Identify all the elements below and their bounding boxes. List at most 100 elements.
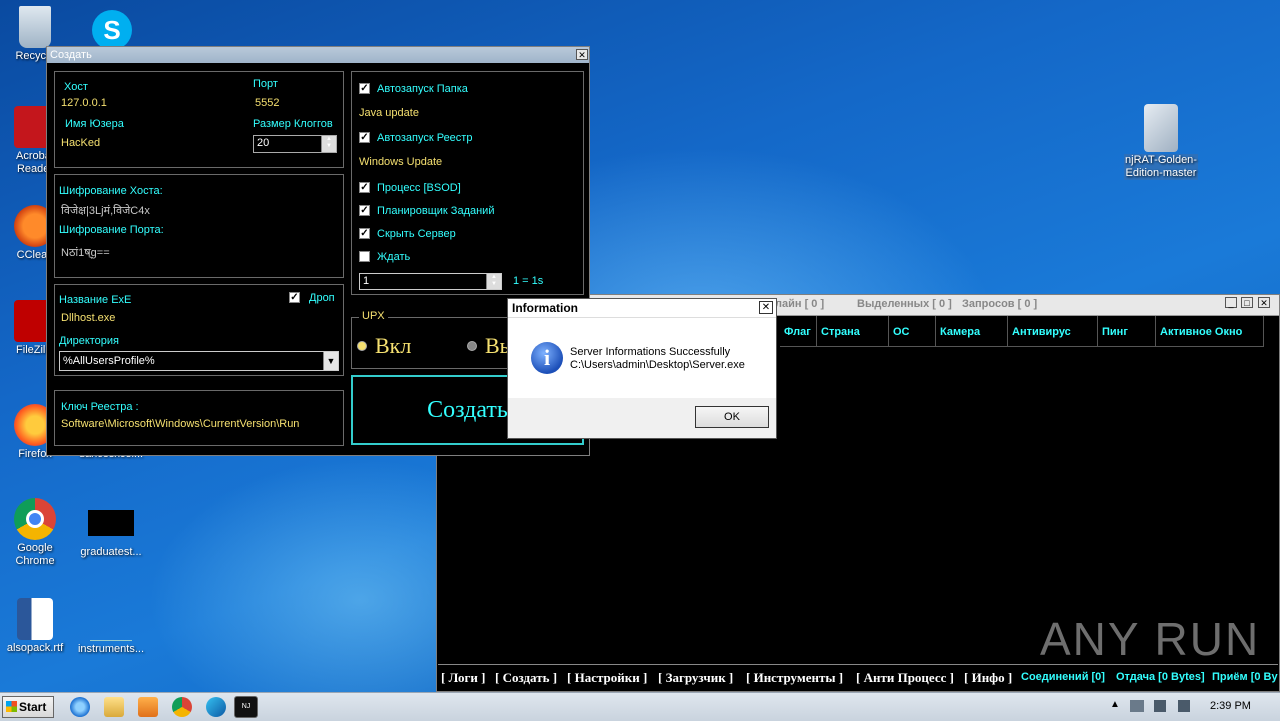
tray-volume-icon[interactable] <box>1178 700 1190 712</box>
status-upload: Отдача [0 Bytes] <box>1116 671 1205 683</box>
dialog-close-button[interactable]: ✕ <box>759 301 773 314</box>
host-enc-value: विजेक्ष|3Ljमं,विजेC4x <box>61 205 150 217</box>
column-os[interactable]: ОС <box>889 316 936 346</box>
autorun-folder-checkbox[interactable]: ✓ <box>359 83 370 94</box>
scheduler-checkbox[interactable]: ✓ <box>359 205 370 216</box>
port-value[interactable]: 5552 <box>255 97 279 109</box>
desktop-icon-graduatest[interactable]: graduatest... <box>76 510 146 559</box>
upx-on-radio[interactable] <box>357 341 367 351</box>
menu-settings[interactable]: [ Настройки ] <box>567 670 647 686</box>
log-size-stepper[interactable]: 20 ▲ ▼ <box>253 135 337 153</box>
column-camera[interactable]: Камера <box>936 316 1008 346</box>
desktop-icon-chrome[interactable]: Google Chrome <box>0 498 70 568</box>
chrome-icon <box>14 498 56 540</box>
autorun-folder-value[interactable]: Java update <box>359 107 419 119</box>
process-bsod-checkbox[interactable]: ✓ <box>359 182 370 193</box>
reg-key-label: Ключ Реестра : <box>61 401 139 413</box>
wait-checkbox[interactable] <box>359 251 370 262</box>
autorun-reg-label: Автозапуск Реестр <box>377 132 473 144</box>
user-value[interactable]: HacKed <box>61 137 100 149</box>
host-enc-label: Шифрование Хоста: <box>59 185 163 197</box>
stats-selected: Выделенных [ 0 ] <box>857 298 952 310</box>
wait-hint: 1 = 1s <box>513 275 544 287</box>
builder-title: Создать <box>50 49 92 61</box>
skype-icon[interactable]: S <box>92 10 132 50</box>
stats-requests: Запросов [ 0 ] <box>962 298 1038 310</box>
start-button[interactable]: Start <box>2 696 54 718</box>
windows-logo-icon <box>6 701 17 712</box>
dialog-message-line2: C:\Users\admin\Desktop\Server.exe <box>570 359 745 371</box>
close-button[interactable]: ✕ <box>1258 297 1270 308</box>
autorun-reg-checkbox[interactable]: ✓ <box>359 132 370 143</box>
status-download: Приём [0 By <box>1212 671 1278 683</box>
drop-checkbox[interactable]: ✓ <box>289 292 300 303</box>
dir-select[interactable]: %AllUsersProfile% ▼ <box>59 351 339 371</box>
file-icon <box>90 598 132 641</box>
tray-network-icon[interactable] <box>1130 700 1144 712</box>
menu-tools[interactable]: [ Инструменты ] <box>746 670 843 686</box>
desktop-icon-alsopack[interactable]: alsopack.rtf <box>0 598 70 655</box>
info-icon: i <box>531 342 563 374</box>
user-label: Имя Юзера <box>65 118 124 130</box>
stepper-arrows-icon[interactable]: ▲ ▼ <box>321 136 336 152</box>
edge-icon[interactable] <box>206 697 226 717</box>
hide-server-checkbox[interactable]: ✓ <box>359 228 370 239</box>
chrome-taskbar-icon[interactable] <box>172 697 192 717</box>
upx-label: UPX <box>359 310 388 322</box>
upx-off-radio[interactable] <box>467 341 477 351</box>
host-value[interactable]: 127.0.0.1 <box>61 97 107 109</box>
chevron-down-icon[interactable]: ▼ <box>323 352 338 370</box>
reg-key-value[interactable]: Software\Microsoft\Windows\CurrentVersio… <box>61 418 299 430</box>
upx-on-label: Вкл <box>375 333 412 358</box>
autorun-reg-value[interactable]: Windows Update <box>359 156 442 168</box>
status-connections: Соединений [0] <box>1021 671 1105 683</box>
builder-close-button[interactable]: ✕ <box>576 49 588 60</box>
word-icon <box>17 598 53 640</box>
tray-chevron-icon[interactable]: ▲ <box>1110 699 1120 710</box>
exe-name-label: Название ExE <box>59 294 132 306</box>
stats-online: лайн [ 0 ] <box>775 298 825 310</box>
builder-titlebar: Создать ✕ <box>47 47 589 63</box>
port-enc-label: Шифрование Порта: <box>59 224 164 236</box>
autorun-folder-label: Автозапуск Папка <box>377 83 468 95</box>
column-country[interactable]: Страна <box>817 316 889 346</box>
column-antivirus[interactable]: Антивирус <box>1008 316 1098 346</box>
port-enc-value: Nठां1ष्g== <box>61 247 110 259</box>
column-ping[interactable]: Пинг <box>1098 316 1156 346</box>
process-bsod-label: Процесс [BSOD] <box>377 182 461 194</box>
exe-name-value[interactable]: Dllhost.exe <box>61 312 115 324</box>
scheduler-label: Планировщик Заданий <box>377 205 495 217</box>
folder-icon <box>1144 104 1178 152</box>
taskbar-clock: 2:39 PM <box>1210 700 1251 712</box>
host-label: Хост <box>64 81 88 93</box>
menu-info[interactable]: [ Инфо ] <box>964 670 1012 686</box>
wait-label: Ждать <box>377 251 411 263</box>
stepper-arrows-icon[interactable]: ▲ ▼ <box>486 274 501 289</box>
dialog-title: Information <box>508 299 776 318</box>
hide-server-label: Скрыть Сервер <box>377 228 456 240</box>
media-player-icon[interactable] <box>138 697 158 717</box>
table-header-line <box>780 346 1264 347</box>
bottom-menu-line <box>438 664 1278 665</box>
column-flag[interactable]: Флаг <box>780 316 817 346</box>
minimize-button[interactable]: _ <box>1225 297 1237 308</box>
menu-downloader[interactable]: [ Загрузчик ] <box>658 670 733 686</box>
watermark-logo: ANY RUN <box>1040 613 1261 665</box>
dialog-body: i Server Informations Successfully C:\Us… <box>508 318 776 398</box>
menu-logs[interactable]: [ Логи ] <box>441 670 485 686</box>
menu-create[interactable]: [ Создать ] <box>495 670 557 686</box>
taskbar: Start NJ ▲ 2:39 PM <box>0 692 1280 721</box>
desktop-icon-instruments[interactable]: instruments... <box>76 598 146 656</box>
desktop-icon-njrat-folder[interactable]: njRAT-Golden-Edition-master <box>1124 104 1198 180</box>
njrat-taskbar-icon[interactable]: NJ <box>234 696 258 718</box>
ie-icon[interactable] <box>70 697 90 717</box>
wait-stepper[interactable]: 1 ▲ ▼ <box>359 273 502 290</box>
tray-flag-icon[interactable] <box>1154 700 1166 712</box>
explorer-icon[interactable] <box>104 697 124 717</box>
dir-label: Директория <box>59 335 120 347</box>
column-active-window[interactable]: Активное Окно <box>1156 316 1264 346</box>
maximize-button[interactable]: □ <box>1241 297 1253 308</box>
ok-button[interactable]: OK <box>695 406 769 428</box>
recycle-bin-icon <box>19 6 51 48</box>
menu-anti-process[interactable]: [ Анти Процесс ] <box>856 670 954 686</box>
